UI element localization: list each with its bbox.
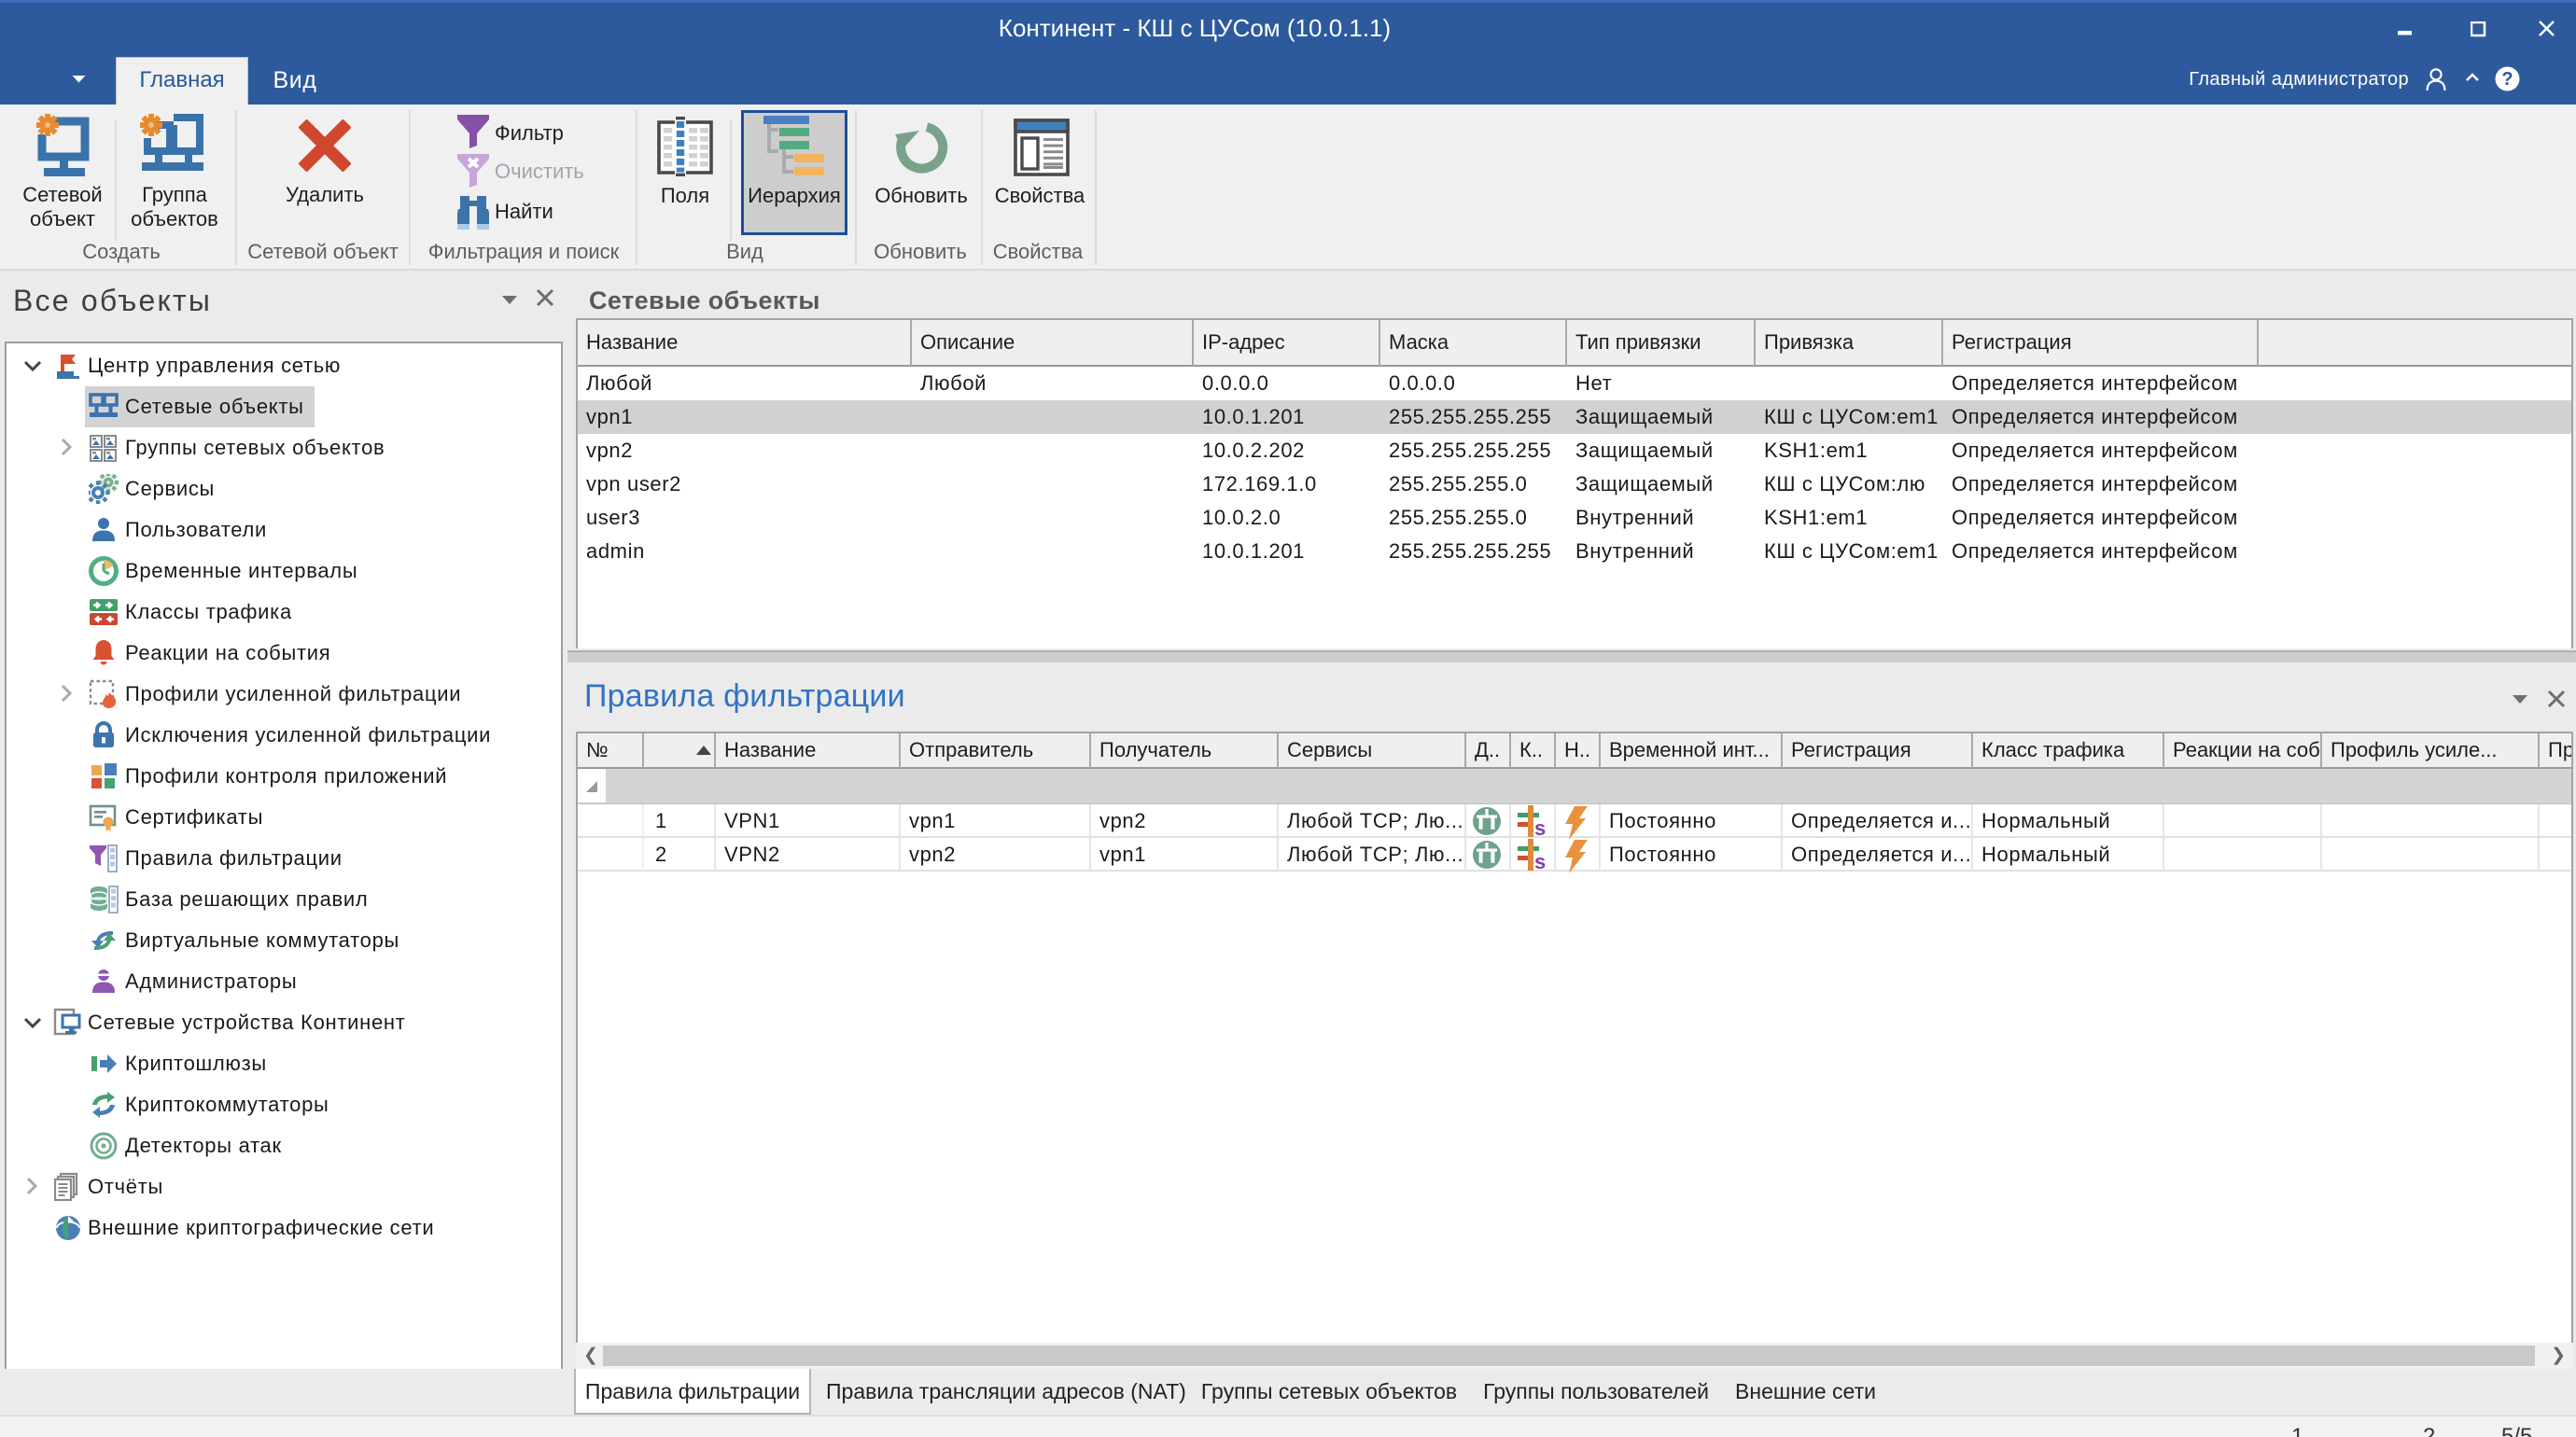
svg-text:s: s [1534,816,1546,838]
svg-text:?: ? [2501,69,2513,90]
svg-text:s: s [1534,850,1546,872]
